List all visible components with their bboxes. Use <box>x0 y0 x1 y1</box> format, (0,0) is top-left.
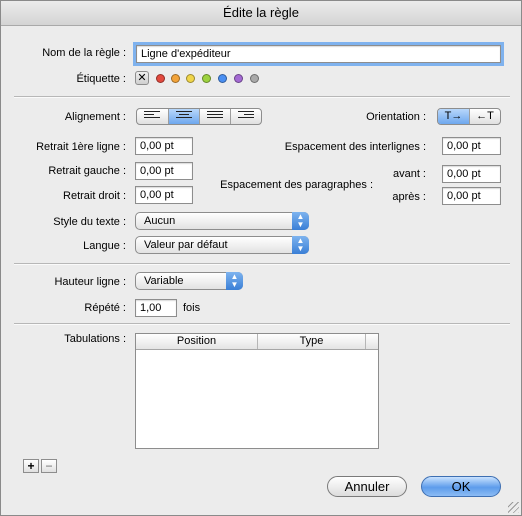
space-before-label: avant : <box>392 168 426 180</box>
column-header-type[interactable]: Type <box>258 334 366 349</box>
paragraph-spacing-label: Espacement des paragraphes : <box>220 179 373 191</box>
text-style-value: Aucun <box>144 215 176 227</box>
separator <box>14 263 510 265</box>
first-line-indent-input[interactable]: 0,00 pt <box>135 137 193 155</box>
language-label: Langue : <box>83 240 126 252</box>
language-select[interactable]: Valeur par défaut ▲ ▼ <box>135 236 309 254</box>
resize-grip-icon[interactable] <box>508 502 519 513</box>
left-indent-label: Retrait gauche : <box>48 165 126 177</box>
remove-tab-button[interactable]: − <box>41 459 57 473</box>
orientation-segmented-control: T→ ←T <box>437 108 501 125</box>
ok-button[interactable]: OK <box>421 476 501 497</box>
orientation-label: Orientation : <box>366 111 426 123</box>
no-label-icon[interactable]: ✕ <box>135 71 149 85</box>
window-title: Édite la règle <box>1 1 521 26</box>
separator <box>14 96 510 98</box>
first-line-indent-label: Retrait 1ère ligne : <box>36 141 126 153</box>
align-right-button[interactable] <box>231 109 261 124</box>
updown-arrows-icon: ▲ ▼ <box>292 236 309 254</box>
tabs-label: Tabulations : <box>64 333 126 345</box>
align-center-button[interactable] <box>169 109 200 124</box>
updown-arrows-icon: ▲ ▼ <box>292 212 309 230</box>
add-tab-button[interactable]: + <box>23 459 39 473</box>
orientation-ltr-button[interactable]: T→ <box>438 109 470 124</box>
label-color-blue[interactable] <box>218 74 227 83</box>
alignment-segmented-control <box>136 108 262 125</box>
label-color-gray[interactable] <box>250 74 259 83</box>
align-left-icon <box>144 111 160 122</box>
label-color-purple[interactable] <box>234 74 243 83</box>
line-height-select[interactable]: Variable ▲ ▼ <box>135 272 243 290</box>
label-color-orange[interactable] <box>171 74 180 83</box>
language-value: Valeur par défaut <box>144 239 228 251</box>
line-spacing-label: Espacement des interlignes : <box>284 141 426 153</box>
repeat-unit: fois <box>183 302 201 314</box>
column-header-corner <box>366 334 378 349</box>
align-right-icon <box>238 111 254 122</box>
space-after-input[interactable]: 0,00 pt <box>442 187 501 205</box>
rule-dialog: Édite la règle Nom de la règle : Ligne d… <box>0 0 522 516</box>
updown-arrows-icon: ▲ ▼ <box>226 272 243 290</box>
rule-name-label: Nom de la règle : <box>42 47 126 59</box>
tabs-table-header: Position Type <box>136 334 378 350</box>
label-color-label: Étiquette : <box>76 73 126 85</box>
rule-name-input[interactable]: Ligne d'expéditeur <box>133 42 504 66</box>
space-before-input[interactable]: 0,00 pt <box>442 165 501 183</box>
label-color-yellow[interactable] <box>186 74 195 83</box>
cancel-button[interactable]: Annuler <box>327 476 407 497</box>
right-indent-label: Retrait droit : <box>63 190 126 202</box>
line-spacing-input[interactable]: 0,00 pt <box>442 137 501 155</box>
repeat-input[interactable]: 1,00 <box>135 299 177 317</box>
tabs-table[interactable]: Position Type <box>135 333 379 449</box>
right-indent-input[interactable]: 0,00 pt <box>135 186 193 204</box>
label-color-red[interactable] <box>156 74 165 83</box>
space-after-label: après : <box>392 191 426 203</box>
align-justify-icon <box>207 111 223 122</box>
separator <box>14 323 510 325</box>
text-style-select[interactable]: Aucun ▲ ▼ <box>135 212 309 230</box>
orientation-rtl-button[interactable]: ←T <box>470 109 500 124</box>
repeat-label: Répété : <box>84 302 126 314</box>
column-header-position[interactable]: Position <box>136 334 258 349</box>
line-height-label: Hauteur ligne : <box>54 276 126 288</box>
align-justify-button[interactable] <box>200 109 231 124</box>
line-height-value: Variable <box>144 275 184 287</box>
left-indent-input[interactable]: 0,00 pt <box>135 162 193 180</box>
label-color-green[interactable] <box>202 74 211 83</box>
alignment-label: Alignement : <box>64 111 126 123</box>
align-center-icon <box>176 111 192 122</box>
align-left-button[interactable] <box>137 109 169 124</box>
text-style-label: Style du texte : <box>53 216 126 228</box>
